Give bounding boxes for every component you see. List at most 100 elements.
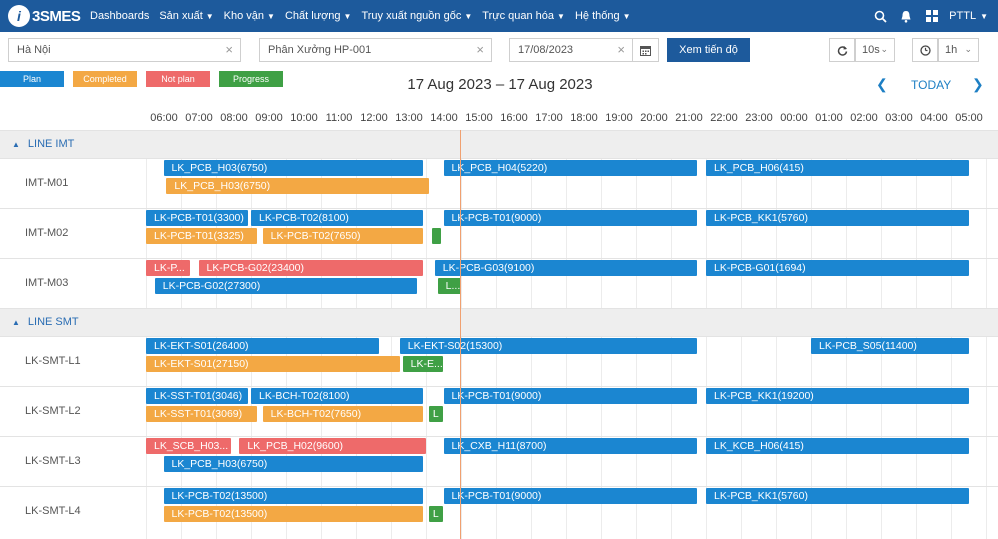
task-bar-progress[interactable]: L — [428, 506, 444, 522]
task-bar-plan[interactable]: LK-EKT-S02(15300) — [399, 338, 698, 354]
task-bar-notplan[interactable]: LK_PCB_H02(9600) — [239, 438, 426, 454]
task-bar-plan[interactable]: LK_KCB_H06(415) — [706, 438, 969, 454]
task-bar-completed[interactable]: LK-BCH-T02(7650) — [262, 406, 424, 422]
nav-item-label: Trực quan hóa — [482, 10, 555, 22]
app-logo[interactable]: i 3SMES — [0, 0, 90, 32]
filter-bar: Hà Nội × Phân Xưởng HP-001 × 17/08/2023 … — [0, 38, 998, 62]
hour-label: 14:00 — [430, 112, 458, 124]
nav-item[interactable]: Kho vận ▼ — [224, 10, 275, 22]
next-arrow-icon[interactable]: ❯ — [972, 76, 984, 93]
task-bar-notplan[interactable]: LK-PCB-G02(23400) — [198, 260, 424, 276]
clear-icon[interactable]: × — [476, 42, 484, 57]
nav-item-label: Dashboards — [90, 10, 150, 22]
task-bar-plan[interactable]: LK-BCH-T02(8100) — [251, 388, 424, 404]
group-row[interactable]: ▲ LINE SMT — [0, 308, 998, 336]
task-bar-plan[interactable]: LK-PCB-T01(3300) — [146, 210, 249, 226]
task-bar-plan[interactable]: LK-PCB-T01(9000) — [443, 388, 698, 404]
task-bar-notplan[interactable]: LK_SCB_H03... — [146, 438, 231, 454]
today-button[interactable]: TODAY — [911, 78, 951, 92]
task-bar-plan[interactable]: LK-PCB_KK1(5760) — [706, 488, 969, 504]
task-bar-plan[interactable]: LK_PCB_H03(6750) — [163, 160, 424, 176]
machine-label: IMT-M01 — [25, 177, 69, 189]
location-select[interactable]: Hà Nội × — [8, 38, 241, 62]
hour-label: 06:00 — [150, 112, 178, 124]
bell-icon[interactable] — [893, 0, 919, 32]
refresh-button[interactable] — [829, 38, 855, 62]
task-bar-plan[interactable]: LK-PCB_KK1(5760) — [706, 210, 969, 226]
task-bar-plan[interactable]: LK-SST-T01(3046) — [146, 388, 249, 404]
task-bar-plan[interactable]: LK-PCB-T02(8100) — [251, 210, 424, 226]
clear-icon[interactable]: × — [617, 42, 625, 57]
hour-label: 09:00 — [255, 112, 283, 124]
hour-label: 07:00 — [185, 112, 213, 124]
collapse-icon[interactable]: ▲ — [12, 318, 20, 327]
task-bar-progress[interactable] — [431, 228, 441, 244]
view-progress-button[interactable]: Xem tiến độ — [667, 38, 750, 62]
nav-item[interactable]: Hệ thống ▼ — [575, 10, 631, 22]
machine-label: IMT-M02 — [25, 227, 69, 239]
task-bar-plan[interactable]: LK-PCB_S05(11400) — [811, 338, 969, 354]
task-bar-progress[interactable]: L... — [437, 278, 461, 294]
date-input[interactable]: 17/08/2023 × — [509, 38, 633, 62]
logo-text: 3SMES — [32, 7, 81, 25]
task-bar-plan[interactable]: LK-PCB-G02(27300) — [154, 278, 418, 294]
chevron-down-icon: ⌄ — [880, 44, 888, 54]
hour-label: 19:00 — [605, 112, 633, 124]
task-bar-notplan[interactable]: LK-P... — [146, 260, 190, 276]
calendar-button[interactable] — [633, 38, 659, 62]
task-bar-plan[interactable]: LK_PCB_H04(5220) — [443, 160, 698, 176]
refresh-interval-select[interactable]: 10s ⌄ — [855, 38, 895, 62]
clear-icon[interactable]: × — [225, 42, 233, 57]
nav-item[interactable]: Chất lượng ▼ — [285, 10, 351, 22]
task-bar-completed[interactable]: LK-SST-T01(3069) — [146, 406, 257, 422]
apps-grid-icon[interactable] — [919, 0, 945, 32]
nav-item[interactable]: Truy xuất nguồn gốc ▼ — [361, 10, 472, 22]
nav-item-label: Chất lượng — [284, 10, 341, 22]
task-bar-plan[interactable]: LK-PCB-G03(9100) — [434, 260, 698, 276]
task-bar-plan[interactable]: LK-PCB-T02(13500) — [163, 488, 424, 504]
top-right-tools: PTTL ▼ — [867, 0, 998, 32]
machine-label: LK-SMT-L2 — [25, 405, 81, 417]
machine-label: LK-SMT-L1 — [25, 355, 81, 367]
nav-item[interactable]: Dashboards — [90, 10, 149, 22]
group-toggle[interactable]: ▲ LINE IMT — [12, 138, 74, 150]
hour-label: 10:00 — [290, 112, 318, 124]
nav-item[interactable]: Sản xuất ▼ — [159, 10, 213, 22]
hour-label: 08:00 — [220, 112, 248, 124]
nav-item[interactable]: Trực quan hóa ▼ — [482, 10, 565, 22]
task-bar-plan[interactable]: LK-PCB-G01(1694) — [706, 260, 969, 276]
legend-completed: Completed — [73, 71, 137, 87]
task-bar-progress[interactable]: L — [428, 406, 444, 422]
search-icon[interactable] — [867, 0, 893, 32]
prev-arrow-icon[interactable]: ❮ — [876, 76, 888, 93]
task-bar-completed[interactable]: LK-EKT-S01(27150) — [146, 356, 400, 372]
task-bar-plan[interactable]: LK-PCB-T01(9000) — [443, 488, 698, 504]
group-row[interactable]: ▲ LINE IMT — [0, 130, 998, 158]
task-bar-plan[interactable]: LK-EKT-S01(26400) — [146, 338, 380, 354]
refresh-icon — [837, 45, 847, 56]
task-bar-plan[interactable]: LK_PCB_H06(415) — [706, 160, 969, 176]
date-range-title: 17 Aug 2023 – 17 Aug 2023 — [407, 76, 593, 93]
user-menu[interactable]: PTTL ▼ — [949, 10, 988, 22]
legend-plan: Plan — [0, 71, 64, 87]
machine-label: IMT-M03 — [25, 277, 69, 289]
task-bar-plan[interactable]: LK_PCB_H03(6750) — [163, 456, 424, 472]
task-bar-plan[interactable]: LK_CXB_H11(8700) — [443, 438, 698, 454]
clock-button[interactable] — [912, 38, 938, 62]
task-bar-plan[interactable]: LK-PCB_KK1(19200) — [706, 388, 969, 404]
task-bar-progress[interactable]: LK-E... — [402, 356, 444, 372]
task-bar-completed[interactable]: LK-PCB-T01(3325) — [146, 228, 257, 244]
hour-label: 23:00 — [745, 112, 773, 124]
task-bar-plan[interactable]: LK-PCB-T01(9000) — [443, 210, 698, 226]
hour-label: 20:00 — [640, 112, 668, 124]
machine-label: LK-SMT-L4 — [25, 505, 81, 517]
task-bar-completed[interactable]: LK-PCB-T02(13500) — [163, 506, 424, 522]
chevron-down-icon: ▼ — [267, 11, 275, 21]
task-bar-completed[interactable]: LK-PCB-T02(7650) — [262, 228, 424, 244]
workshop-select[interactable]: Phân Xưởng HP-001 × — [259, 38, 492, 62]
hour-label: 16:00 — [500, 112, 528, 124]
group-toggle[interactable]: ▲ LINE SMT — [12, 316, 79, 328]
task-bar-completed[interactable]: LK_PCB_H03(6750) — [166, 178, 429, 194]
time-scale-select[interactable]: 1h ⌄ — [938, 38, 979, 62]
collapse-icon[interactable]: ▲ — [12, 140, 20, 149]
